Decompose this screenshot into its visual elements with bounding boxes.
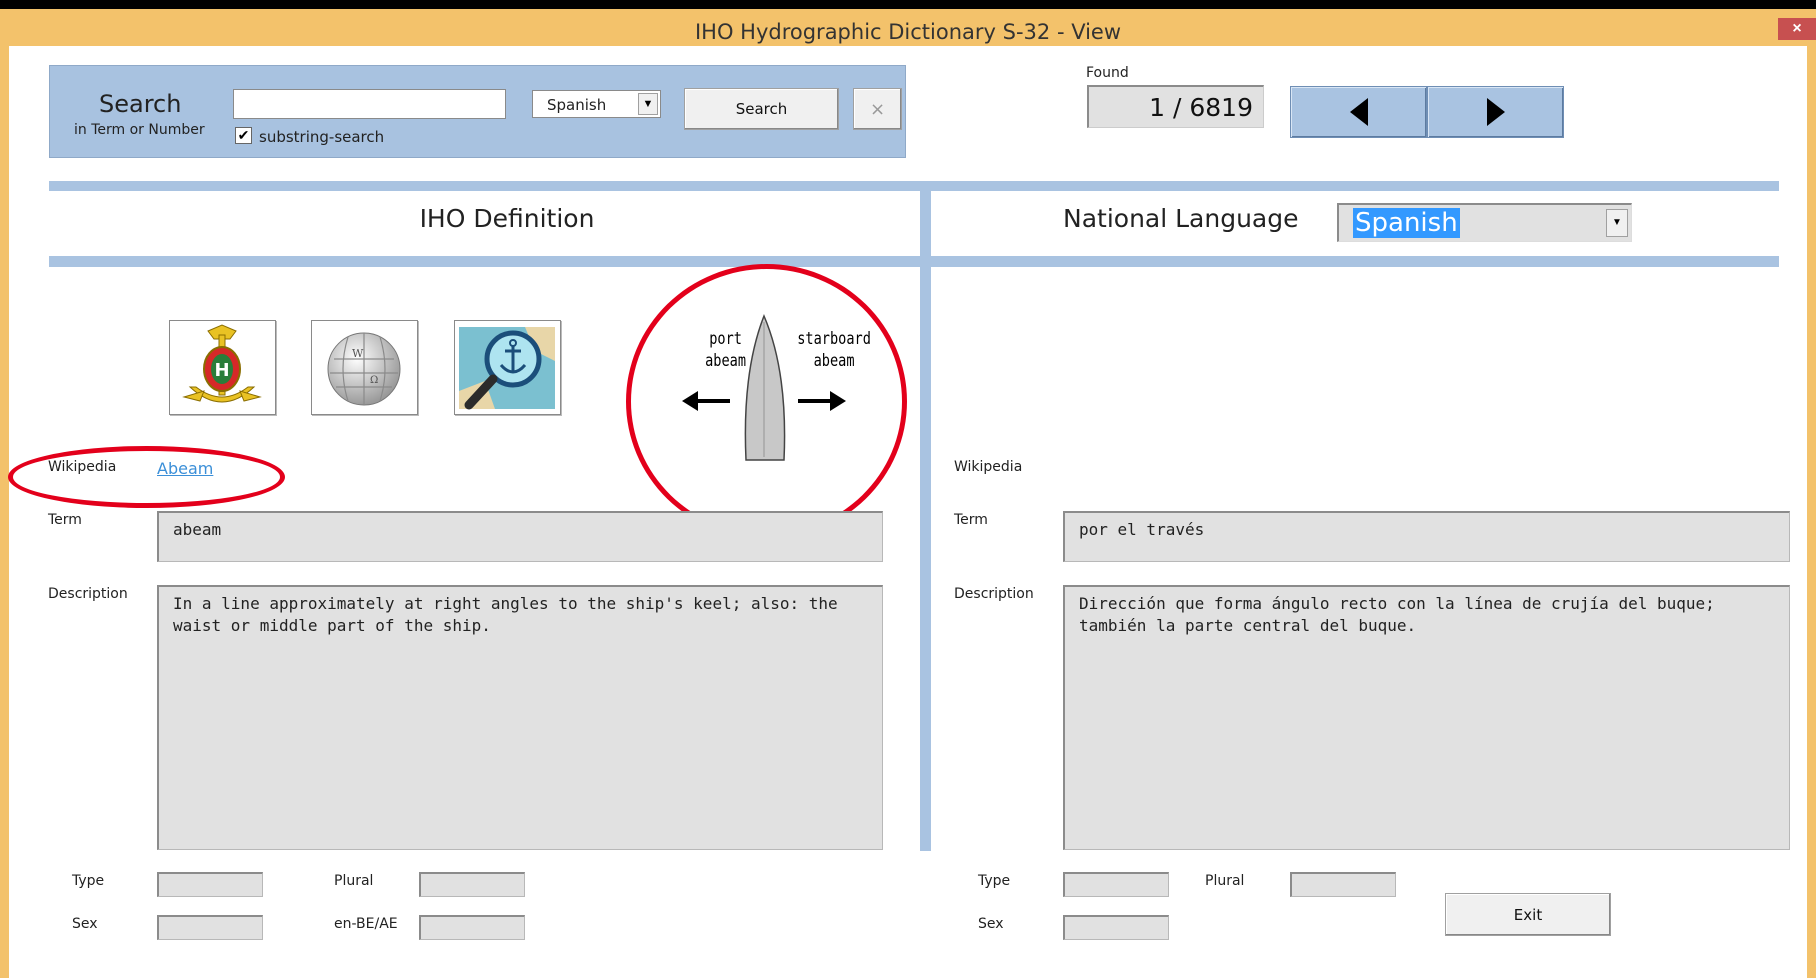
search-input[interactable] <box>233 89 506 119</box>
iho-definition-heading: IHO Definition <box>419 204 595 233</box>
iho-sex-label: Sex <box>72 916 98 932</box>
iho-term-label: Term <box>48 512 82 528</box>
search-language-value: Spanish <box>547 96 607 114</box>
iho-term-field[interactable]: abeam <box>157 511 883 562</box>
national-term-field[interactable]: por el través <box>1063 511 1790 562</box>
national-language-value: Spanish <box>1353 208 1460 238</box>
national-description-field[interactable]: Dirección que forma ángulo recto con la … <box>1063 585 1790 850</box>
substring-label: substring-search <box>259 128 385 146</box>
window-title: IHO Hydrographic Dictionary S-32 - View <box>694 20 1122 44</box>
chart-search-button[interactable] <box>454 320 561 415</box>
chart-search-icon <box>459 327 555 410</box>
iho-plural-field[interactable] <box>419 872 525 897</box>
title-bar: IHO Hydrographic Dictionary S-32 - View … <box>0 9 1816 46</box>
prev-button[interactable] <box>1290 86 1427 138</box>
wikipedia-highlight-ellipse <box>8 446 285 508</box>
national-term-label: Term <box>954 512 988 528</box>
wikipedia-globe-icon: W Ω <box>327 332 401 406</box>
iho-link-button[interactable]: H <box>169 320 276 415</box>
top-divider <box>49 181 1779 191</box>
header-divider <box>49 256 1779 267</box>
svg-text:H: H <box>214 360 229 381</box>
chevron-down-icon[interactable]: ▼ <box>638 93 658 115</box>
iho-description-field[interactable]: In a line approximately at right angles … <box>157 585 883 850</box>
iho-type-field[interactable] <box>157 872 263 897</box>
vertical-divider <box>920 191 931 851</box>
national-type-label: Type <box>978 873 1011 889</box>
iho-enbe-field[interactable] <box>419 915 525 940</box>
substring-checkbox[interactable]: ✔ <box>235 127 252 144</box>
search-subheading: in Term or Number <box>74 122 205 138</box>
svg-text:Ω: Ω <box>370 375 378 386</box>
national-language-select[interactable]: Spanish ▼ <box>1337 203 1632 242</box>
national-sex-label: Sex <box>978 916 1004 932</box>
prev-arrow-icon <box>1349 98 1368 126</box>
search-button[interactable]: Search <box>684 88 839 130</box>
iho-emblem-icon: H <box>182 324 262 403</box>
iho-plural-label: Plural <box>334 873 374 889</box>
wikipedia-link-button[interactable]: W Ω <box>311 320 418 415</box>
national-sex-field[interactable] <box>1063 915 1169 940</box>
national-wikipedia-label: Wikipedia <box>954 459 1023 475</box>
diagram-highlight-circle <box>626 264 907 539</box>
iho-sex-field[interactable] <box>157 915 263 940</box>
national-plural-label: Plural <box>1205 873 1245 889</box>
national-description-label: Description <box>954 586 1034 602</box>
exit-button[interactable]: Exit <box>1445 893 1611 936</box>
search-language-select[interactable]: Spanish ▼ <box>532 90 661 118</box>
search-panel: Search in Term or Number Spanish ▼ ✔ sub… <box>49 65 906 158</box>
iho-wikipedia-link[interactable]: Abeam <box>157 459 213 478</box>
close-button[interactable]: × <box>1778 18 1816 40</box>
found-label: Found <box>1086 65 1129 81</box>
svg-text:W: W <box>352 347 364 360</box>
next-button[interactable] <box>1427 86 1564 138</box>
national-type-field[interactable] <box>1063 872 1169 897</box>
national-language-heading: National Language <box>1063 204 1299 233</box>
iho-enbe-label: en-BE/AE <box>334 916 398 932</box>
chevron-down-icon[interactable]: ▼ <box>1606 209 1628 237</box>
iho-wikipedia-label: Wikipedia <box>48 459 117 475</box>
clear-search-button[interactable]: × <box>853 88 902 130</box>
iho-type-label: Type <box>72 873 105 889</box>
search-heading: Search <box>99 90 182 118</box>
iho-description-label: Description <box>48 586 128 602</box>
next-arrow-icon <box>1486 98 1505 126</box>
national-plural-field[interactable] <box>1290 872 1396 897</box>
found-count: 1 / 6819 <box>1087 85 1264 128</box>
